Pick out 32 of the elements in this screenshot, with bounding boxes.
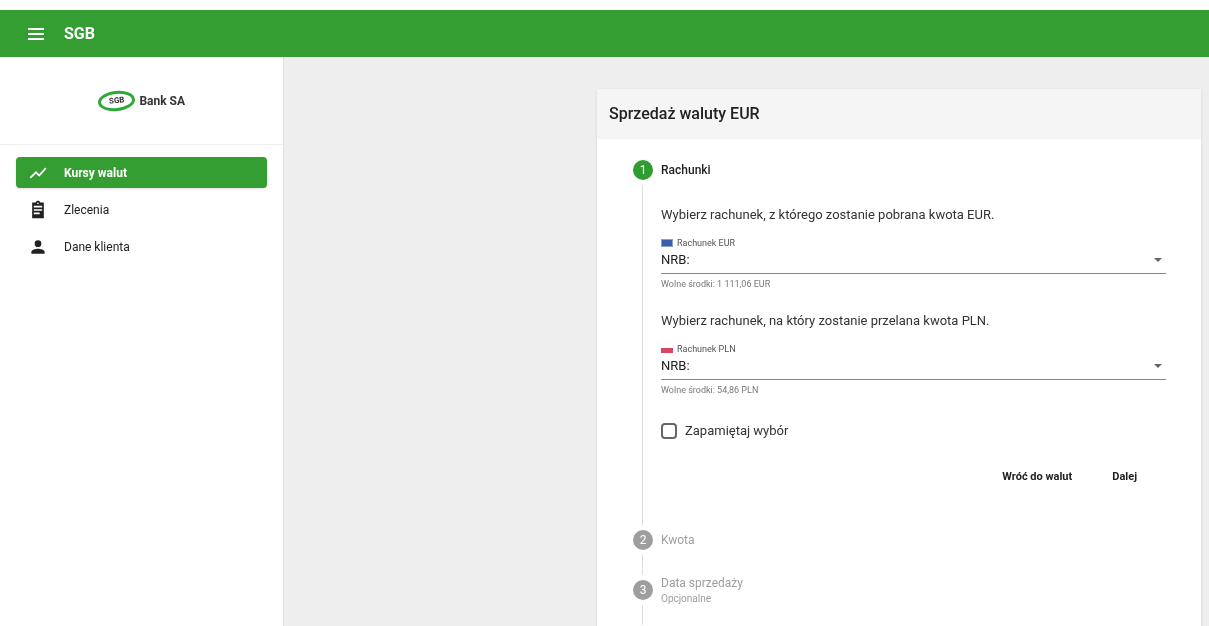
account-prompt: Wybierz rachunek, z którego zostanie pobrana kwota EUR. <box>661 206 996 224</box>
account-select[interactable]: Rachunek PLN NRB: <box>661 342 1166 380</box>
app-title: SGB <box>64 22 95 45</box>
text-button[interactable]: Wróć do walut <box>986 460 1089 493</box>
field-hint: Wolne środki: 1 111,06 EUR <box>661 277 772 291</box>
step-number: 2 <box>633 530 653 550</box>
menu-icon[interactable] <box>28 27 44 40</box>
step-label: Kwota <box>661 532 695 548</box>
step-label: Rachunki <box>661 162 711 178</box>
logo-mark: SGB <box>97 88 137 113</box>
step-label: Data sprzedaży <box>661 574 743 591</box>
sidebar-item[interactable]: Dane klienta <box>16 231 267 262</box>
account-select[interactable]: Rachunek EUR NRB: <box>661 236 1166 274</box>
dropdown-arrow-icon <box>1154 257 1162 262</box>
flag-icon <box>661 239 673 248</box>
step-number: 3 <box>633 580 653 600</box>
field-value: NRB: <box>661 357 690 375</box>
card-title: Sprzedaż waluty EUR <box>597 89 1201 139</box>
field-value: NRB: <box>661 251 690 269</box>
text-button[interactable]: Dalej <box>1096 460 1153 493</box>
dropdown-arrow-icon <box>1154 363 1162 368</box>
logo-text: Bank SA <box>139 92 186 109</box>
field-label: Rachunek EUR <box>677 236 736 250</box>
step-sublabel: Opcjonalne <box>661 591 713 606</box>
field-hint: Wolne środki: 54,86 PLN <box>661 383 760 397</box>
checkbox-label: Zapamiętaj wybór <box>685 422 789 440</box>
sidebar-item[interactable]: Zlecenia <box>16 194 267 225</box>
step-number: 1 <box>633 160 653 180</box>
field-label: Rachunek PLN <box>677 342 736 356</box>
account-prompt: Wybierz rachunek, na który zostanie przelana kwota PLN. <box>661 312 991 330</box>
flag-icon <box>661 348 673 354</box>
checkbox[interactable] <box>661 422 677 439</box>
